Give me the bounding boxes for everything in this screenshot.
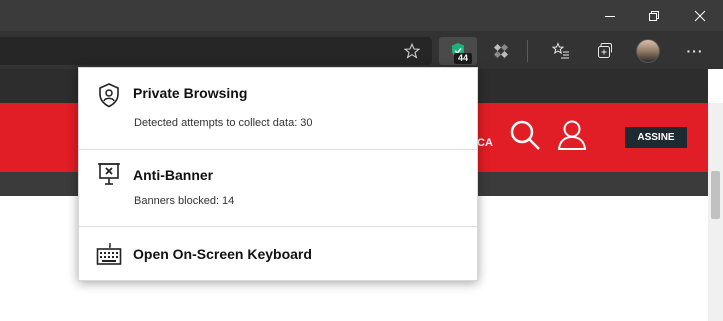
star-icon bbox=[404, 43, 420, 59]
site-search-button[interactable] bbox=[509, 119, 541, 156]
menu-item-subtitle: Banners blocked: 14 bbox=[134, 195, 235, 207]
toolbar-separator bbox=[527, 40, 528, 62]
blocked-billboard-icon bbox=[98, 163, 120, 185]
extension-badge: 44 bbox=[454, 53, 472, 64]
extension-puzzle-icon bbox=[493, 43, 509, 59]
more-icon: ··· bbox=[686, 43, 704, 59]
shield-user-icon bbox=[99, 83, 119, 108]
minimize-button[interactable] bbox=[587, 0, 633, 31]
extension-button[interactable] bbox=[482, 37, 520, 65]
close-button[interactable] bbox=[677, 0, 723, 31]
menu-item-private-browsing[interactable]: Private Browsing Detected attempts to co… bbox=[79, 68, 477, 149]
restore-button[interactable] bbox=[631, 0, 677, 31]
close-icon bbox=[694, 10, 706, 21]
avatar bbox=[636, 39, 660, 63]
window-titlebar bbox=[0, 0, 723, 31]
profile-button[interactable] bbox=[629, 37, 667, 65]
collections-button[interactable] bbox=[585, 37, 623, 65]
subscribe-button[interactable]: ASSINE bbox=[625, 127, 687, 148]
extension-popup-menu: Private Browsing Detected attempts to co… bbox=[78, 67, 478, 281]
minimize-icon bbox=[605, 15, 615, 17]
collections-icon bbox=[598, 43, 612, 58]
menu-item-title: Anti-Banner bbox=[133, 167, 214, 183]
keyboard-icon bbox=[96, 243, 122, 265]
favorite-button[interactable] bbox=[398, 37, 426, 65]
more-menu-button[interactable]: ··· bbox=[676, 37, 714, 65]
favorites-list-icon bbox=[552, 42, 569, 59]
search-icon bbox=[510, 120, 540, 150]
user-icon bbox=[557, 120, 587, 150]
site-nav-partial-text: CA bbox=[477, 137, 493, 149]
menu-item-on-screen-keyboard[interactable]: Open On-Screen Keyboard bbox=[79, 227, 477, 281]
menu-item-anti-banner[interactable]: Anti-Banner Banners blocked: 14 bbox=[79, 150, 477, 226]
menu-item-subtitle: Detected attempts to collect data: 30 bbox=[134, 117, 313, 129]
restore-icon bbox=[649, 10, 659, 21]
favorites-button[interactable] bbox=[542, 37, 580, 65]
menu-item-title: Private Browsing bbox=[133, 85, 248, 101]
scrollbar-thumb[interactable] bbox=[711, 171, 720, 219]
page-scrollbar[interactable] bbox=[708, 103, 723, 321]
menu-item-title: Open On-Screen Keyboard bbox=[133, 246, 312, 262]
site-account-button[interactable] bbox=[557, 119, 587, 156]
address-bar[interactable] bbox=[0, 37, 432, 65]
